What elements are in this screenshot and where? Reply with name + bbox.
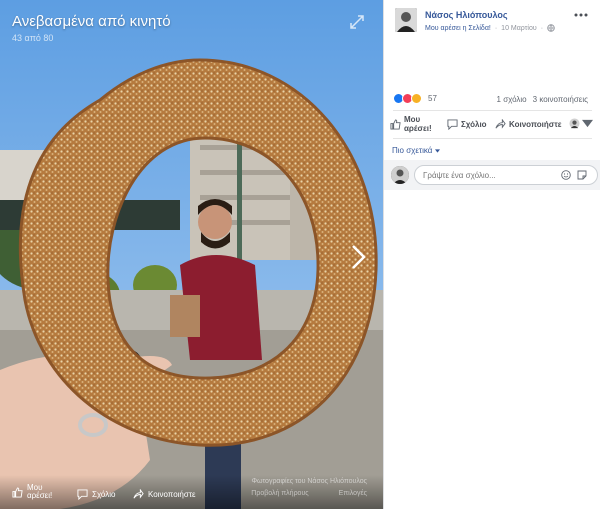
- avatar[interactable]: [395, 8, 417, 32]
- like-label: Μου αρέσει!: [404, 115, 432, 133]
- post-date[interactable]: 10 Μαρτίου: [501, 25, 537, 32]
- chevron-right-icon[interactable]: [350, 243, 368, 271]
- expand-icon[interactable]: [349, 14, 365, 30]
- engagement-counts: 1 σχόλιο 3 κοινοποιήσεις: [497, 95, 588, 104]
- chevron-down-icon: [582, 119, 593, 128]
- reaction-count: 57: [428, 94, 437, 103]
- sticker-icon[interactable]: [577, 170, 587, 180]
- post-actions: Μου αρέσει! Σχόλιο Κοινοποιήστε: [384, 111, 600, 137]
- speech-bubble-icon: [447, 119, 458, 130]
- author-name[interactable]: Νάσος Ηλιόπουλος: [425, 10, 508, 20]
- like-page-link[interactable]: Μου αρέσει η Σελίδα!: [425, 25, 491, 32]
- like-label-line1: Μου: [404, 115, 421, 124]
- comment-composer: [384, 160, 600, 190]
- reactions-summary[interactable]: 57: [393, 93, 437, 104]
- options-link[interactable]: Επιλογές: [339, 490, 367, 497]
- avatar: [391, 166, 409, 184]
- ellipsis-icon[interactable]: [574, 12, 588, 18]
- comment-button[interactable]: Σχόλιο: [447, 119, 487, 130]
- photo-share-label: Κοινοποιήστε: [148, 490, 196, 499]
- meta-separator: ·: [494, 24, 498, 32]
- album-title: Ανεβασμένα από κινητό: [12, 13, 171, 30]
- globe-icon: [547, 24, 555, 32]
- thumbs-up-icon: [12, 486, 23, 498]
- avatar: [569, 118, 580, 129]
- commenter-photo: [391, 166, 409, 184]
- post-meta: Μου αρέσει η Σελίδα! · 10 Μαρτίου ·: [425, 24, 555, 32]
- emoji-icon[interactable]: [561, 170, 571, 180]
- photo: [0, 0, 383, 509]
- comment-filter-dropdown[interactable]: Πιο σχετικά: [392, 146, 441, 155]
- share-button[interactable]: Κοινοποιήστε: [495, 119, 562, 130]
- post-panel: Νάσος Ηλιόπουλος Μου αρέσει η Σελίδα! · …: [383, 0, 600, 509]
- share-label: Κοινοποιήστε: [509, 120, 562, 129]
- photo-like-button[interactable]: Μου αρέσει!: [12, 484, 52, 500]
- photo-counter: 43 από 80: [12, 33, 54, 43]
- photo-viewer: Ανεβασμένα από κινητό 43 από 80 Μου αρέσ…: [0, 0, 383, 509]
- comment-label: Σχόλιο: [461, 120, 487, 129]
- comments-count[interactable]: 1 σχόλιο: [497, 95, 527, 104]
- comment-filter-label: Πιο σχετικά: [392, 146, 433, 155]
- photo-comment-button[interactable]: Σχόλιο: [77, 489, 115, 500]
- photo-credit: Φωτογραφίες του Νάσος Ηλιόπουλος: [251, 478, 367, 485]
- photo-comment-label: Σχόλιο: [92, 490, 116, 499]
- shares-count[interactable]: 3 κοινοποιήσεις: [533, 95, 588, 104]
- thumbs-up-icon: [390, 118, 401, 130]
- author-photo: [395, 8, 417, 32]
- photo-share-button[interactable]: Κοινοποιήστε: [133, 489, 196, 500]
- photo-like-label: Μου αρέσει!: [27, 483, 53, 500]
- speech-bubble-icon: [77, 489, 88, 500]
- like-label-line2: αρέσει!: [404, 124, 432, 133]
- like-button[interactable]: Μου αρέσει!: [390, 115, 432, 133]
- share-arrow-icon: [133, 489, 144, 499]
- share-as-selector[interactable]: [569, 118, 593, 129]
- share-arrow-icon: [495, 119, 506, 129]
- view-full-link[interactable]: Προβολή πλήρους: [251, 490, 308, 497]
- divider: [393, 138, 592, 139]
- haha-reaction-icon: [411, 93, 422, 104]
- meta-separator: ·: [540, 24, 544, 32]
- chevron-down-icon: [435, 148, 441, 153]
